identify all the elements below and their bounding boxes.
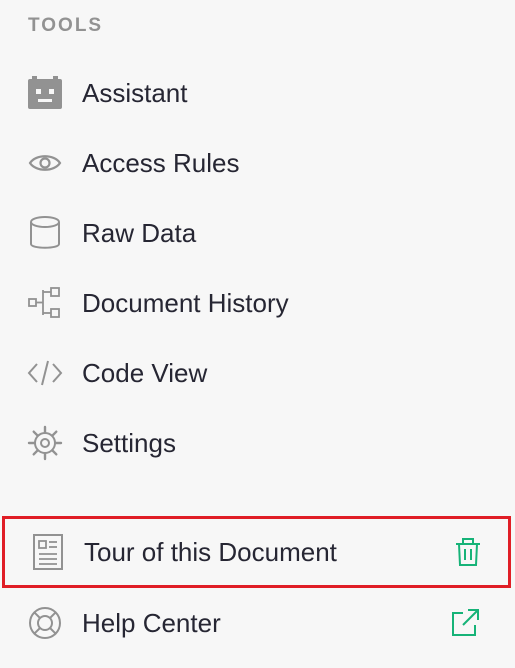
tools-item-raw-data[interactable]: Raw Data: [0, 202, 512, 264]
tools-item-label: Settings: [82, 428, 176, 458]
tools-item-access-rules[interactable]: Access Rules: [0, 132, 512, 194]
tools-item-label: Access Rules: [82, 148, 240, 178]
gear-icon: [26, 424, 64, 462]
lifebuoy-icon: [26, 604, 64, 642]
trash-icon[interactable]: [448, 532, 488, 572]
tour-of-this-document-item[interactable]: Tour of this Document: [2, 516, 511, 588]
code-icon: [26, 354, 64, 392]
tools-item-label: Assistant: [82, 78, 188, 108]
tools-item-label: Code View: [82, 358, 208, 388]
robot-icon: [26, 74, 64, 112]
tour-of-this-document-label: Tour of this Document: [84, 537, 337, 567]
database-icon: [26, 214, 64, 252]
external-link-icon[interactable]: [445, 603, 485, 643]
tools-item-assistant[interactable]: Assistant: [0, 62, 512, 124]
tools-item-label: Raw Data: [82, 218, 197, 248]
tools-item-code-view[interactable]: Code View: [0, 342, 512, 404]
help-center-label: Help Center: [82, 608, 221, 638]
help-center-item[interactable]: Help Center: [0, 592, 512, 654]
tools-item-document-history[interactable]: Document History: [0, 272, 512, 334]
tools-item-label: Document History: [82, 288, 289, 318]
tools-section-header: TOOLS: [28, 15, 104, 36]
eye-icon: [26, 144, 64, 182]
left-panel: TOOLS Assistant Access Rules Raw Data Do…: [0, 0, 515, 668]
document-tour-icon: [29, 533, 67, 571]
history-tree-icon: [26, 284, 64, 322]
tools-item-settings[interactable]: Settings: [0, 412, 512, 474]
